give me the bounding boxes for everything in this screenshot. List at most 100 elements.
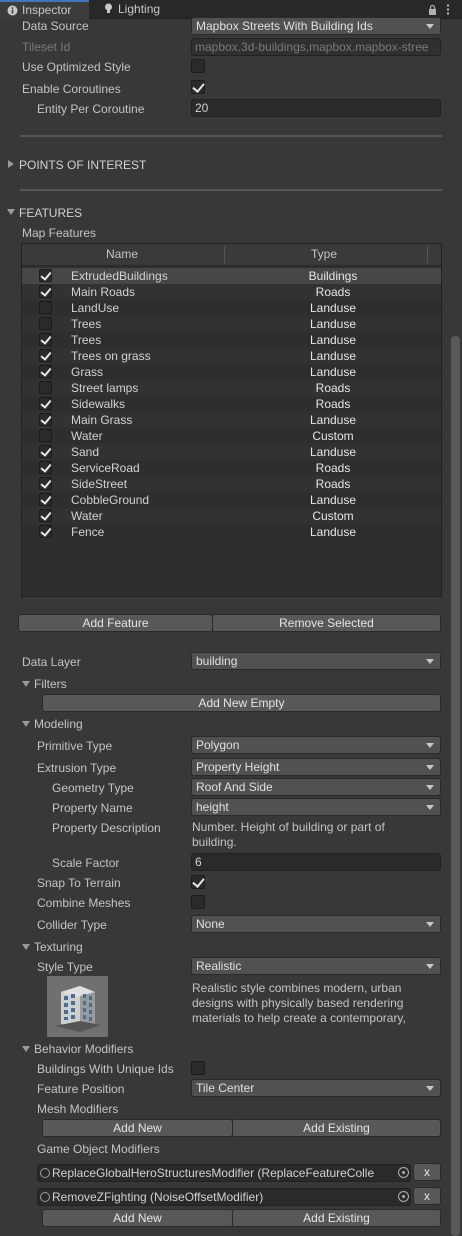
row-checkbox[interactable]	[39, 445, 52, 458]
feature-type: Roads	[315, 285, 351, 299]
add-feature-button[interactable]: Add Feature	[18, 614, 213, 632]
data-source-dropdown[interactable]: Mapbox Streets With Building Ids	[191, 17, 441, 35]
extrusion-type-label: Extrusion Type	[37, 761, 117, 775]
points-of-interest-header[interactable]: POINTS OF INTEREST	[19, 157, 146, 173]
column-header-name[interactable]: Name	[106, 247, 138, 261]
go-add-new-button[interactable]: Add New	[42, 1209, 233, 1227]
extrusion-type-dropdown[interactable]: Property Height	[191, 758, 441, 776]
row-checkbox[interactable]	[39, 525, 52, 538]
column-header-type[interactable]: Type	[311, 247, 337, 261]
table-row[interactable]: Sand Landuse	[22, 444, 441, 460]
mesh-add-existing-button[interactable]: Add Existing	[232, 1119, 441, 1137]
object-picker-icon[interactable]	[398, 1167, 409, 1178]
feature-type: Landuse	[309, 365, 357, 379]
data-layer-dropdown[interactable]: building	[191, 652, 441, 670]
feature-position-dropdown[interactable]: Tile Center	[191, 1079, 441, 1097]
table-row[interactable]: Trees on grass Landuse	[22, 348, 441, 364]
row-checkbox[interactable]	[39, 349, 52, 362]
remove-selected-button[interactable]: Remove Selected	[212, 614, 441, 632]
scale-factor-field[interactable]: 6	[191, 853, 441, 871]
tab-inspector[interactable]: Inspector	[0, 0, 89, 19]
table-row[interactable]: Grass Landuse	[22, 364, 441, 380]
row-checkbox[interactable]	[39, 381, 52, 394]
chevron-down-icon[interactable]	[22, 944, 30, 950]
tab-lighting[interactable]: Lighting	[96, 0, 176, 19]
remove-modifier-button[interactable]: x	[413, 1163, 441, 1181]
enable-coroutines-checkbox[interactable]	[191, 80, 205, 94]
data-layer-label: Data Layer	[22, 655, 81, 669]
row-checkbox[interactable]	[39, 269, 52, 282]
table-row[interactable]: Main Roads Roads	[22, 284, 441, 300]
chevron-down-icon[interactable]	[22, 721, 30, 727]
buildings-unique-ids-checkbox[interactable]	[191, 1061, 205, 1075]
primitive-type-dropdown[interactable]: Polygon	[191, 736, 441, 754]
tab-lighting-label: Lighting	[118, 2, 161, 16]
column-divider	[427, 246, 428, 263]
row-checkbox[interactable]	[39, 397, 52, 410]
row-checkbox[interactable]	[39, 477, 52, 490]
collider-type-dropdown[interactable]: None	[191, 915, 441, 933]
row-checkbox[interactable]	[39, 333, 52, 346]
table-row[interactable]: Water Custom	[22, 428, 441, 444]
modeling-header[interactable]: Modeling	[34, 716, 83, 732]
use-optimized-style-label: Use Optimized Style	[22, 60, 131, 74]
table-row[interactable]: LandUse Landuse	[22, 300, 441, 316]
row-checkbox[interactable]	[39, 365, 52, 378]
row-checkbox[interactable]	[39, 429, 52, 442]
feature-name: SideStreet	[71, 477, 128, 491]
object-picker-icon[interactable]	[398, 1191, 409, 1202]
table-row[interactable]: Fence Landuse	[22, 524, 441, 540]
feature-type: Landuse	[309, 301, 357, 315]
row-checkbox[interactable]	[39, 493, 52, 506]
chevron-down-icon[interactable]	[22, 1046, 30, 1052]
table-row[interactable]: Water Custom	[22, 508, 441, 524]
more-options-icon[interactable]	[446, 4, 450, 15]
add-new-empty-button[interactable]: Add New Empty	[42, 694, 441, 712]
table-row[interactable]: CobbleGround Landuse	[22, 492, 441, 508]
modifier-field[interactable]: ReplaceGlobalHeroStructuresModifier (Rep…	[37, 1164, 411, 1182]
lock-icon[interactable]	[428, 5, 437, 15]
script-icon	[40, 1192, 50, 1202]
property-name-dropdown[interactable]: height	[191, 798, 441, 816]
row-checkbox[interactable]	[39, 413, 52, 426]
feature-name: CobbleGround	[71, 493, 150, 507]
feature-name: Sidewalks	[71, 397, 126, 411]
row-checkbox[interactable]	[39, 317, 52, 330]
feature-type: Landuse	[309, 333, 357, 347]
behavior-modifiers-header[interactable]: Behavior Modifiers	[34, 1041, 133, 1057]
texturing-header[interactable]: Texturing	[34, 939, 83, 955]
entity-per-coroutine-field[interactable]: 20	[191, 99, 441, 117]
table-row[interactable]: Street lamps Roads	[22, 380, 441, 396]
chevron-right-icon[interactable]	[8, 160, 14, 168]
go-add-existing-button[interactable]: Add Existing	[232, 1209, 441, 1227]
row-checkbox[interactable]	[39, 285, 52, 298]
row-checkbox[interactable]	[39, 301, 52, 314]
entity-per-coroutine-label: Entity Per Coroutine	[37, 102, 145, 116]
table-row[interactable]: Trees Landuse	[22, 332, 441, 348]
scrollbar-thumb[interactable]	[451, 336, 460, 1236]
table-row[interactable]: ExtrudedBuildings Buildings	[22, 268, 441, 284]
table-row[interactable]: Trees Landuse	[22, 316, 441, 332]
use-optimized-style-checkbox[interactable]	[191, 59, 205, 73]
row-checkbox[interactable]	[39, 461, 52, 474]
chevron-down-icon[interactable]	[7, 209, 15, 215]
modifier-field[interactable]: RemoveZFighting (NoiseOffsetModifier)	[37, 1188, 411, 1206]
features-header[interactable]: FEATURES	[19, 205, 82, 221]
filters-header[interactable]: Filters	[34, 676, 67, 692]
table-row[interactable]: SideStreet Roads	[22, 476, 441, 492]
combine-meshes-checkbox[interactable]	[191, 895, 205, 909]
geometry-type-dropdown[interactable]: Roof And Side	[191, 778, 441, 796]
buildings-unique-ids-label: Buildings With Unique Ids	[37, 1062, 174, 1076]
table-row[interactable]: Sidewalks Roads	[22, 396, 441, 412]
feature-name: Trees	[71, 317, 102, 331]
row-checkbox[interactable]	[39, 509, 52, 522]
mesh-add-new-button[interactable]: Add New	[42, 1119, 233, 1137]
remove-modifier-button[interactable]: x	[413, 1187, 441, 1205]
scale-factor-label: Scale Factor	[52, 856, 120, 870]
chevron-down-icon[interactable]	[22, 681, 30, 687]
snap-to-terrain-checkbox[interactable]	[191, 875, 205, 889]
table-row[interactable]: Main Grass Landuse	[22, 412, 441, 428]
property-description-text: building.	[192, 835, 237, 849]
style-type-dropdown[interactable]: Realistic	[191, 957, 441, 975]
table-row[interactable]: ServiceRoad Roads	[22, 460, 441, 476]
